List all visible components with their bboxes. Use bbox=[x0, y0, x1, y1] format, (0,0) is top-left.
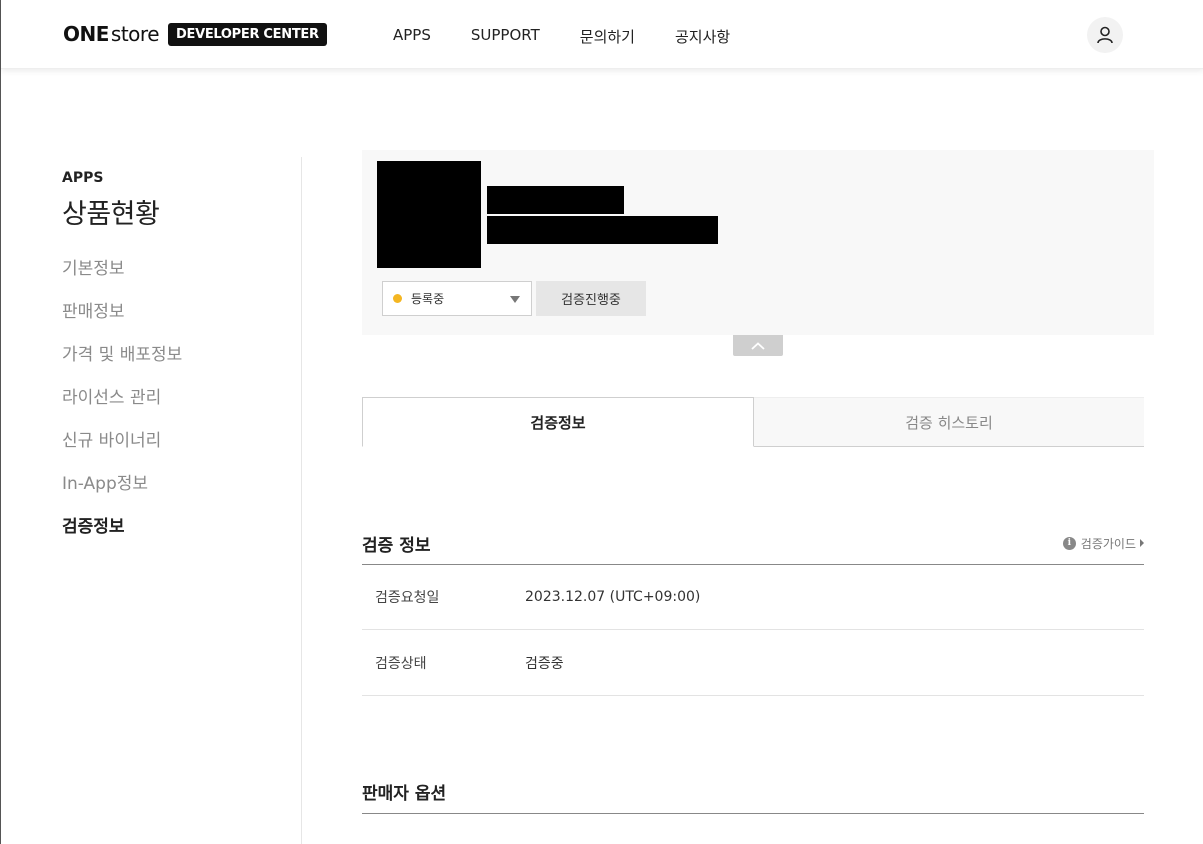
nav-support[interactable]: SUPPORT bbox=[471, 26, 540, 47]
nav-inquiry[interactable]: 문의하기 bbox=[580, 26, 635, 47]
nav-notices[interactable]: 공지사항 bbox=[675, 26, 730, 47]
sidebar-item-price-distribution[interactable]: 가격 및 배포정보 bbox=[62, 345, 282, 388]
verification-in-progress-button[interactable]: 검증진행중 bbox=[536, 281, 646, 316]
sidebar-divider bbox=[301, 157, 302, 844]
logo-one-text: ONE bbox=[63, 22, 109, 46]
main-nav: APPS SUPPORT 문의하기 공지사항 bbox=[393, 26, 770, 47]
info-icon: i bbox=[1062, 536, 1076, 550]
table-row: 검증요청일 2023.12.07 (UTC+09:00) bbox=[362, 565, 1144, 630]
row-value: 2023.12.07 (UTC+09:00) bbox=[525, 589, 701, 605]
guide-link-label: 검증가이드 bbox=[1080, 536, 1136, 551]
sidebar-item-inapp[interactable]: In-App정보 bbox=[62, 474, 282, 517]
seller-options-section-header: 판매자 옵션 bbox=[362, 770, 1144, 814]
status-dot bbox=[393, 294, 402, 303]
row-label: 검증요청일 bbox=[375, 590, 440, 606]
sidebar-section-label: APPS bbox=[62, 170, 104, 186]
row-value: 검증중 bbox=[525, 656, 564, 672]
collapse-card-button[interactable] bbox=[733, 335, 783, 356]
app-package-redacted bbox=[487, 216, 718, 244]
status-dropdown[interactable]: 등록중 bbox=[382, 281, 532, 316]
user-profile-button[interactable] bbox=[1087, 17, 1123, 53]
chevron-up-icon bbox=[751, 341, 765, 350]
sidebar-item-sales-info[interactable]: 판매정보 bbox=[62, 302, 282, 345]
onestore-logo[interactable]: ONE store DEVELOPER CENTER bbox=[63, 22, 327, 46]
sidebar-item-new-binary[interactable]: 신규 바이너리 bbox=[62, 431, 282, 474]
logo-store-text: store bbox=[110, 22, 160, 46]
table-row: 검증상태 검증중 bbox=[362, 631, 1144, 696]
user-icon bbox=[1097, 26, 1113, 44]
nav-apps[interactable]: APPS bbox=[393, 26, 431, 47]
arrow-right-icon bbox=[1140, 539, 1144, 547]
app-name-redacted bbox=[487, 186, 624, 214]
app-icon-redacted bbox=[377, 161, 481, 268]
sidebar-title: 상품현황 bbox=[62, 199, 160, 230]
sidebar-item-license[interactable]: 라이선스 관리 bbox=[62, 388, 282, 431]
seller-options-title: 판매자 옵션 bbox=[362, 784, 447, 804]
sidebar-item-verification[interactable]: 검증정보 bbox=[62, 517, 282, 560]
status-value: 등록중 bbox=[411, 292, 445, 306]
tab-bar: 검증정보 검증 히스토리 bbox=[362, 397, 1144, 447]
chevron-down-icon bbox=[510, 296, 520, 303]
sidebar-menu: 기본정보 판매정보 가격 및 배포정보 라이선스 관리 신규 바이너리 In-A… bbox=[62, 259, 282, 560]
sidebar: APPS 상품현황 기본정보 판매정보 가격 및 배포정보 라이선스 관리 신규… bbox=[62, 170, 282, 560]
tab-verification-history[interactable]: 검증 히스토리 bbox=[754, 397, 1144, 446]
verification-section-title: 검증 정보 bbox=[362, 535, 431, 556]
row-label: 검증상태 bbox=[375, 656, 427, 672]
verification-section-header: 검증 정보 i 검증가이드 bbox=[362, 522, 1144, 565]
verification-guide-link[interactable]: i 검증가이드 bbox=[1062, 535, 1144, 552]
sidebar-item-basic-info[interactable]: 기본정보 bbox=[62, 259, 282, 302]
app-summary-card: 등록중 검증진행중 bbox=[362, 150, 1154, 335]
tab-verification-info[interactable]: 검증정보 bbox=[362, 397, 754, 447]
top-header: ONE store DEVELOPER CENTER APPS SUPPORT … bbox=[1, 0, 1203, 69]
developer-center-badge: DEVELOPER CENTER bbox=[168, 22, 327, 46]
